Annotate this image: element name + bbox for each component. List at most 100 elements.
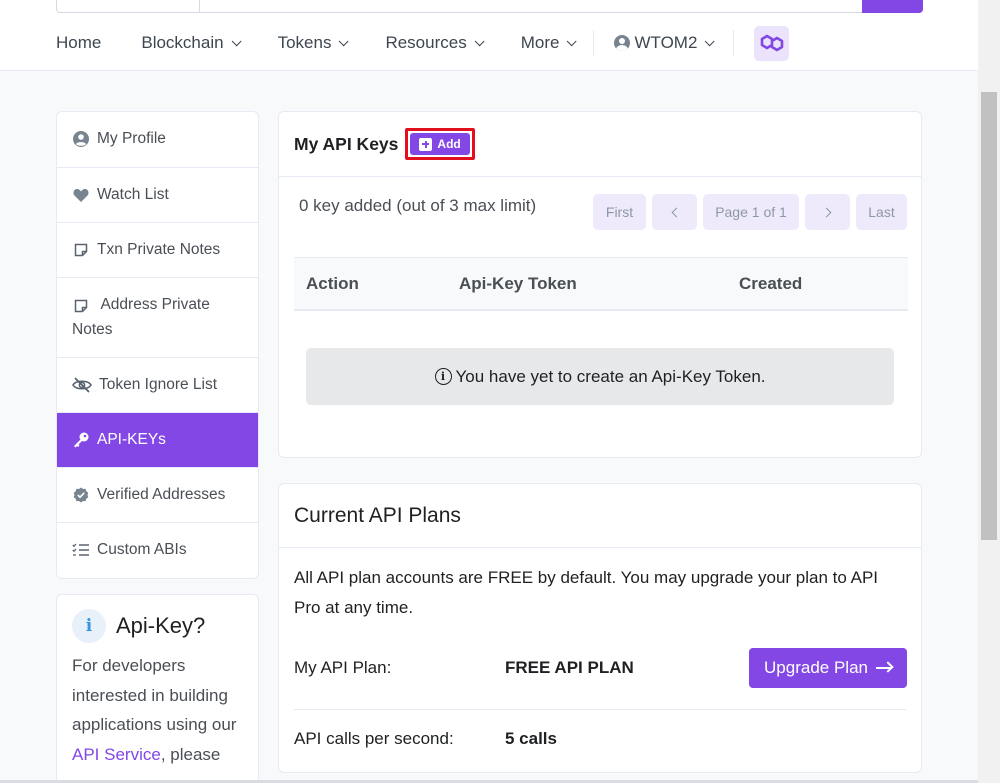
api-calls-label: API calls per second:: [294, 728, 454, 748]
sidebar-item-my-profile[interactable]: My Profile: [57, 112, 258, 168]
keys-count-text: 0 key added (out of 3 max limit): [299, 196, 537, 215]
nav-home[interactable]: Home: [56, 33, 101, 53]
eye-slash-icon: [72, 373, 92, 397]
page-scrollbar[interactable]: [978, 0, 1000, 783]
user-circle-icon: [614, 35, 631, 51]
sidebar-item-verified-addresses[interactable]: Verified Addresses: [57, 468, 258, 523]
top-header: Home Blockchain Tokens Resources More WT…: [0, 0, 978, 71]
nav-home-label: Home: [56, 33, 102, 52]
heart-icon: [72, 183, 90, 207]
column-header-created: Created: [739, 274, 803, 293]
sidebar-item-label: My Profile: [97, 130, 166, 147]
pagination-first-button[interactable]: First: [593, 194, 646, 230]
sidebar-item-label: Token Ignore List: [99, 376, 218, 393]
nav-divider: [733, 30, 735, 56]
polygon-logo-icon: [760, 34, 784, 52]
chevron-down-icon: [231, 35, 242, 46]
pagination-last-button[interactable]: Last: [856, 194, 907, 230]
nav-tokens[interactable]: Tokens: [277, 33, 350, 53]
nav-more[interactable]: More: [520, 33, 578, 53]
api-calls-value: 5 calls: [505, 728, 557, 748]
column-header-action: Action: [306, 274, 359, 293]
sidebar-item-label: Verified Addresses: [97, 486, 226, 503]
pagination-last-label: Last: [868, 204, 895, 220]
pagination-first-label: First: [605, 204, 634, 220]
sidebar-item-label: API-KEYs: [97, 431, 166, 448]
api-keys-table-header: Action Api-Key Token Created: [294, 257, 908, 311]
plan-description: All API plan accounts are FREE by defaul…: [294, 568, 879, 617]
api-service-link[interactable]: API Service: [72, 745, 161, 764]
chevron-down-icon: [567, 35, 578, 46]
nav-tokens-label: Tokens: [277, 33, 332, 52]
add-button-label: Add: [437, 137, 461, 151]
key-icon: [72, 428, 90, 452]
empty-state-message: i You have yet to create an Api-Key Toke…: [306, 348, 894, 405]
sidebar-item-label: Watch List: [97, 186, 169, 203]
api-key-info-text-start: For developers interested in building ap…: [72, 656, 237, 735]
info-circle-icon: i: [434, 368, 452, 385]
sidebar-item-txn-private-notes[interactable]: Txn Private Notes: [57, 223, 258, 278]
nav-user-label: WTOM2: [634, 33, 698, 52]
current-api-plans-title: Current API Plans: [294, 503, 461, 527]
search-filter-select[interactable]: [57, 0, 200, 12]
chevron-down-icon: [339, 35, 350, 46]
my-api-keys-card: My API Keys Add 0 key added (out of 3 ma…: [278, 111, 922, 458]
sidebar-item-address-private-notes[interactable]: Address Private Notes: [57, 278, 258, 358]
sidebar-item-watch-list[interactable]: Watch List: [57, 168, 258, 223]
api-key-info-text: For developers interested in building ap…: [72, 651, 243, 769]
nav-resources[interactable]: Resources: [385, 33, 485, 53]
chevron-right-icon: [821, 207, 831, 217]
my-api-keys-title: My API Keys: [294, 133, 399, 154]
scrollbar-thumb[interactable]: [981, 92, 997, 540]
sticky-note-icon: [72, 294, 90, 318]
current-api-plans-header: Current API Plans: [279, 484, 921, 548]
network-switch-button[interactable]: [754, 25, 790, 61]
chevron-down-icon: [705, 35, 715, 46]
main-nav: Home Blockchain Tokens Resources More WT…: [56, 25, 790, 61]
upgrade-plan-label: Upgrade Plan: [764, 658, 868, 677]
api-key-info-card: i Api-Key? For developers interested in …: [56, 594, 259, 783]
add-api-key-button[interactable]: Add: [410, 133, 470, 155]
api-key-info-title: Api-Key?: [116, 613, 206, 638]
sidebar-item-token-ignore-list[interactable]: Token Ignore List: [57, 358, 258, 413]
add-button-highlight: Add: [405, 128, 475, 160]
nav-resources-label: Resources: [385, 33, 467, 52]
chevron-down-icon: [474, 35, 485, 46]
nav-blockchain[interactable]: Blockchain: [141, 33, 242, 53]
account-sidebar: My Profile Watch List Txn Private Notes …: [56, 111, 259, 579]
my-api-keys-header: My API Keys Add: [279, 112, 921, 177]
column-header-api-key-token: Api-Key Token: [459, 274, 577, 293]
search-bar[interactable]: [56, 0, 923, 13]
sidebar-item-label: Address Private Notes: [72, 296, 210, 338]
empty-state-text: You have yet to create an Api-Key Token.: [455, 366, 766, 386]
pagination: First Page 1 of 1 Last: [593, 194, 907, 230]
user-circle-icon: [72, 127, 90, 151]
my-api-plan-value: FREE API PLAN: [505, 658, 634, 677]
pagination-next-button[interactable]: [805, 194, 850, 230]
verified-badge-icon: [72, 483, 90, 507]
search-button[interactable]: [862, 0, 923, 13]
arrow-right-icon: [875, 667, 892, 669]
nav-divider: [593, 30, 595, 56]
chevron-left-icon: [671, 207, 681, 217]
my-api-plan-label: My API Plan:: [294, 658, 392, 677]
current-api-plans-card: Current API Plans All API plan accounts …: [278, 483, 922, 773]
tasks-list-icon: [72, 538, 90, 562]
nav-more-label: More: [520, 33, 560, 52]
pagination-prev-button[interactable]: [652, 194, 697, 230]
sidebar-item-label: Custom ABIs: [97, 541, 187, 558]
plus-square-icon: [419, 137, 433, 151]
api-key-info-header: i Api-Key?: [72, 609, 243, 643]
api-key-info-text-end: , please: [160, 744, 221, 764]
info-icon: i: [72, 609, 106, 643]
api-calls-row: API calls per second: 5 calls: [294, 709, 906, 749]
upgrade-plan-button[interactable]: Upgrade Plan: [749, 648, 907, 688]
pagination-page-indicator: Page 1 of 1: [703, 194, 799, 230]
sidebar-item-custom-abis[interactable]: Custom ABIs: [57, 523, 258, 578]
nav-blockchain-label: Blockchain: [141, 33, 224, 52]
sidebar-item-api-keys[interactable]: API-KEYs: [57, 413, 258, 468]
nav-user-menu[interactable]: WTOM2: [614, 33, 715, 53]
sticky-note-icon: [72, 238, 90, 262]
pagination-page-label: Page 1 of 1: [715, 204, 787, 220]
sidebar-item-label: Txn Private Notes: [97, 241, 221, 258]
